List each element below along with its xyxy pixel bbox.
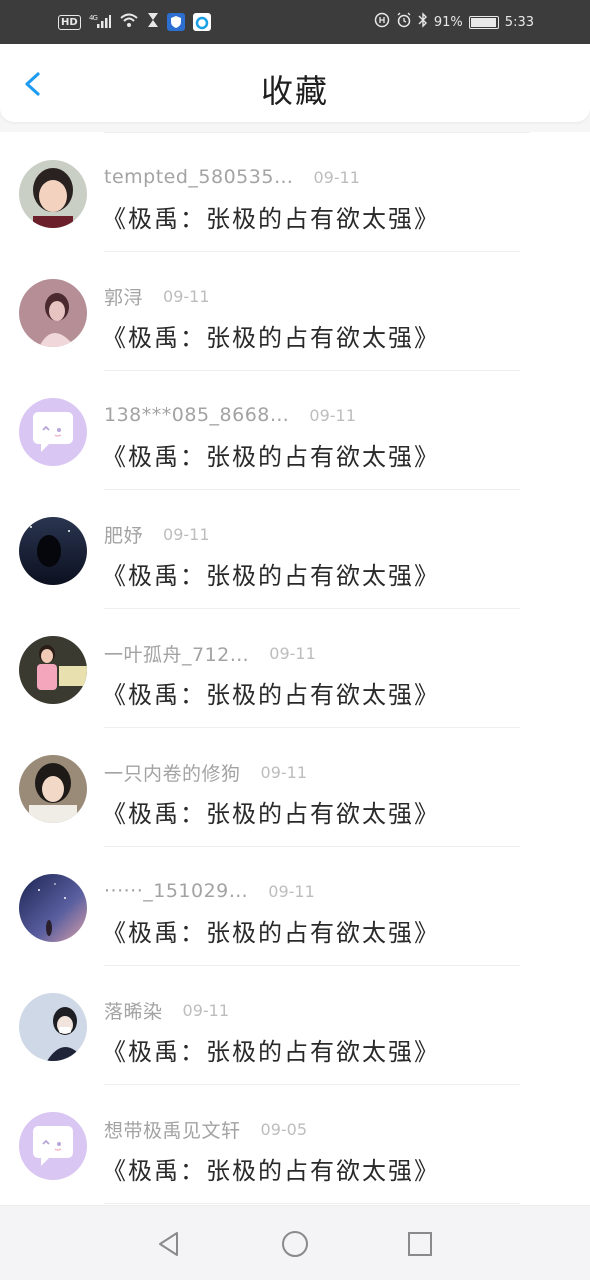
avatar[interactable] [19, 636, 87, 704]
item-title[interactable]: 《极禹：张极的占有欲太强》 [102, 1032, 440, 1067]
status-bar: HD 4G 91% 5:33 [0, 0, 590, 44]
list-item[interactable]: 郭浔 09-11 《极禹：张极的占有欲太强》 [0, 252, 590, 371]
battery-percent: 91% [433, 14, 463, 30]
avatar[interactable] [19, 279, 87, 347]
list-item[interactable]: 落晞染 09-11 《极禹：张极的占有欲太强》 [0, 966, 590, 1085]
item-date: 09-11 [269, 643, 316, 663]
item-title[interactable]: 《极禹：张极的占有欲太强》 [102, 913, 440, 948]
svg-text:4G: 4G [89, 14, 97, 22]
hourglass-icon [147, 12, 159, 32]
item-meta: 肥妤 09-11 [104, 520, 210, 548]
nav-home-button[interactable] [281, 1230, 309, 1258]
top-bar: 收藏 [0, 44, 590, 122]
avatar[interactable] [19, 755, 87, 823]
item-date: 09-11 [268, 881, 315, 901]
data-saver-icon [374, 12, 390, 32]
username[interactable]: tempted_580535… [104, 166, 293, 188]
avatar[interactable] [19, 874, 87, 942]
cloud-app-icon [192, 13, 211, 31]
item-title[interactable]: 《极禹：张极的占有欲太强》 [102, 199, 440, 234]
nav-back-icon [159, 1232, 178, 1256]
username[interactable]: 一只内卷的修狗 [104, 759, 241, 786]
list-item[interactable]: ······_151029… 09-11 《极禹：张极的占有欲太强》 [0, 847, 590, 966]
wifi-icon [119, 12, 139, 32]
item-title[interactable]: 《极禹：张极的占有欲太强》 [102, 318, 440, 353]
nav-recents-button[interactable] [406, 1230, 434, 1258]
avatar[interactable] [19, 398, 87, 466]
nav-home-icon [282, 1231, 308, 1257]
item-date: 09-05 [260, 1119, 308, 1139]
status-left-icons: HD 4G [58, 12, 211, 32]
avatar[interactable] [19, 1112, 87, 1180]
username[interactable]: 138***085_8668… [104, 404, 289, 426]
item-date: 09-11 [260, 762, 308, 782]
item-meta: 138***085_8668… 09-11 [104, 401, 356, 429]
username[interactable]: 想带极禹见文轩 [104, 1116, 241, 1143]
nav-back-button[interactable] [155, 1230, 183, 1258]
list-item[interactable]: 一只内卷的修狗 09-11 《极禹：张极的占有欲太强》 [0, 728, 590, 847]
item-title[interactable]: 《极禹：张极的占有欲太强》 [102, 794, 440, 829]
battery-icon [468, 15, 499, 29]
item-meta: 想带极禹见文轩 09-05 [104, 1115, 307, 1143]
list-item[interactable]: 肥妤 09-11 《极禹：张极的占有欲太强》 [0, 490, 590, 609]
list-item[interactable]: 一叶孤舟_712… 09-11 《极禹：张极的占有欲太强》 [0, 609, 590, 728]
username[interactable]: 一叶孤舟_712… [104, 640, 249, 667]
status-right-icons: 91% 5:33 [374, 12, 534, 32]
item-meta: ······_151029… 09-11 [104, 877, 315, 905]
item-meta: 一只内卷的修狗 09-11 [104, 758, 307, 786]
avatar[interactable] [19, 993, 87, 1061]
system-nav-bar [0, 1205, 590, 1280]
alarm-icon [396, 12, 412, 32]
item-date: 09-11 [309, 405, 356, 425]
list-item[interactable]: 138***085_8668… 09-11 《极禹：张极的占有欲太强》 [0, 371, 590, 490]
list-item[interactable]: tempted_580535… 09-11 《极禹：张极的占有欲太强》 [0, 133, 590, 252]
item-divider [104, 1203, 520, 1204]
cell-signal-icon: 4G [89, 13, 111, 32]
hd-badge: HD [58, 14, 81, 30]
username[interactable]: ······_151029… [104, 880, 248, 902]
item-title[interactable]: 《极禹：张极的占有欲太强》 [102, 556, 440, 591]
avatar[interactable] [19, 160, 87, 228]
list-item[interactable]: 想带极禹见文轩 09-05 《极禹：张极的占有欲太强》 [0, 1085, 590, 1204]
item-date: 09-11 [163, 524, 210, 544]
item-title[interactable]: 《极禹：张极的占有欲太强》 [102, 437, 440, 472]
item-title[interactable]: 《极禹：张极的占有欲太强》 [102, 1151, 440, 1186]
favorites-list: tempted_580535… 09-11 《极禹：张极的占有欲太强》 郭浔 09-11… [0, 132, 590, 1205]
item-date: 09-11 [182, 1000, 230, 1020]
item-title[interactable]: 《极禹：张极的占有欲太强》 [102, 675, 440, 710]
bluetooth-icon [418, 12, 428, 32]
username[interactable]: 落晞染 [104, 997, 163, 1024]
shield-app-icon [166, 13, 185, 31]
item-meta: tempted_580535… 09-11 [104, 163, 360, 191]
item-meta: 郭浔 09-11 [104, 282, 210, 310]
username[interactable]: 肥妤 [104, 521, 143, 548]
username[interactable]: 郭浔 [104, 283, 143, 310]
clock-time: 5:33 [504, 14, 534, 30]
nav-recents-icon [408, 1232, 432, 1256]
avatar[interactable] [19, 517, 87, 585]
item-meta: 落晞染 09-11 [104, 996, 229, 1024]
item-date: 09-11 [163, 286, 210, 306]
item-date: 09-11 [313, 167, 360, 187]
item-meta: 一叶孤舟_712… 09-11 [104, 639, 316, 667]
page-title: 收藏 [260, 72, 329, 110]
